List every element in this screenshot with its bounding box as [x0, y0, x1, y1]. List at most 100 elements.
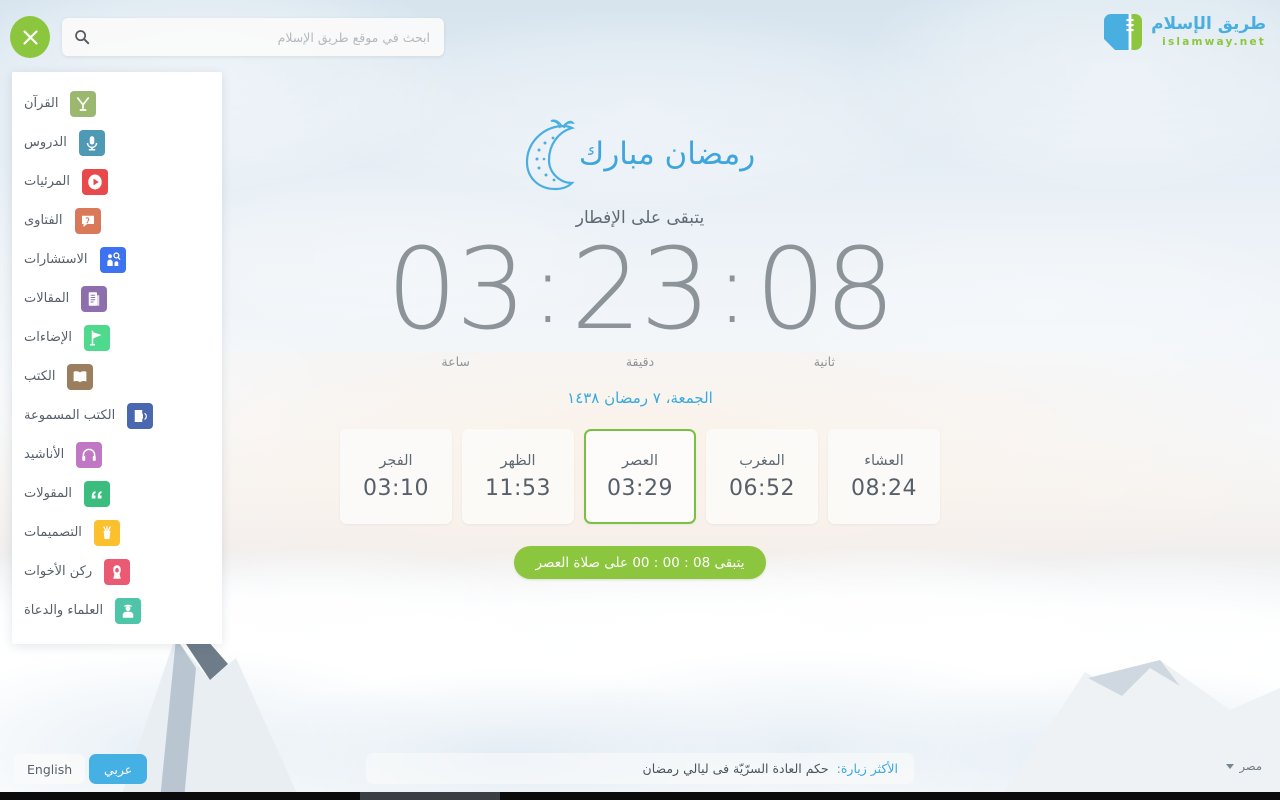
design-icon-tile [93, 519, 120, 546]
ticker-headline: حكم العادة السرّيّة فى ليالي رمضان [642, 761, 829, 776]
language-english-button[interactable]: English [14, 754, 86, 784]
countdown-seconds-label: ثانية [813, 354, 835, 369]
site-logo[interactable]: طريق الإسلام islamway.net [1100, 10, 1266, 54]
book-icon-tile [67, 363, 94, 390]
prayer-card-3[interactable]: الظهر 11:53 [462, 429, 574, 524]
search-bar[interactable] [62, 18, 444, 56]
logo-text: طريق الإسلام islamway.net [1151, 16, 1266, 48]
prayer-time: 03:29 [607, 475, 673, 501]
microphone-icon-tile [78, 129, 105, 156]
sidebar-item-label: المقالات [24, 291, 70, 306]
sister-icon [113, 564, 121, 579]
main-menu-sidebar[interactable]: القرآن الدروس المرئيات الفتاوى الاستشارات الم… [12, 72, 222, 644]
most-visited-ticker[interactable]: الأكثر زيارة: حكم العادة السرّيّة فى ليا… [366, 753, 914, 784]
play-circle-icon [88, 174, 102, 189]
design-icon [103, 525, 111, 539]
prayer-name: الفجر [379, 452, 413, 469]
sidebar-item-label: الفتاوى [24, 213, 63, 228]
countdown-seconds: 08 ثانية [750, 234, 898, 369]
prayer-card-4[interactable]: الفجر 03:10 [340, 429, 452, 524]
sidebar-item-label: القرآن [24, 96, 59, 111]
close-button[interactable] [10, 16, 50, 58]
flag-icon-tile [84, 324, 110, 351]
sidebar-item-label: الكتب المسموعة [24, 408, 116, 423]
prayer-name: الظهر [500, 452, 536, 469]
country-label: مصر [1239, 759, 1262, 773]
prayer-time: 08:24 [851, 475, 917, 501]
logo-latin-text: islamway.net [1162, 36, 1266, 49]
play-circle-icon-tile [82, 168, 109, 195]
sidebar-item-11[interactable]: التصميمات [12, 513, 222, 552]
sidebar-item-3[interactable]: الفتاوى [12, 201, 222, 240]
countdown-separator: : [531, 233, 564, 345]
sidebar-item-0[interactable]: القرآن [12, 84, 222, 123]
next-prayer-button[interactable]: يتبقى 08 : 00 : 00 على صلاة العصر [513, 546, 767, 579]
sidebar-item-label: المرئيات [24, 174, 71, 189]
sidebar-item-5[interactable]: المقالات [12, 279, 222, 318]
language-arabic-button[interactable]: عربي [89, 754, 148, 784]
speech-bubble-icon [81, 215, 94, 227]
sidebar-item-6[interactable]: الإضاءات [12, 318, 222, 357]
consult-icon-tile [99, 246, 126, 273]
sidebar-item-2[interactable]: المرئيات [12, 162, 222, 201]
headphones-icon-tile [76, 441, 103, 468]
prayer-card-2[interactable]: العصر 03:29 [584, 429, 696, 524]
consult-icon [106, 251, 120, 266]
sidebar-item-4[interactable]: الاستشارات [12, 240, 222, 279]
countdown-minutes: 23 دقيقة [566, 234, 714, 369]
search-input[interactable] [62, 18, 444, 56]
quran-icon-tile [70, 90, 97, 117]
sidebar-item-8[interactable]: الكتب المسموعة [12, 396, 222, 435]
countdown-minutes-value: 23 [570, 225, 712, 355]
prayer-card-1[interactable]: المغرب 06:52 [706, 429, 818, 524]
countdown-seconds-value: 08 [755, 225, 896, 355]
sidebar-item-label: الكتب [24, 369, 56, 384]
ramadan-greeting-text: رمضان مبارك [579, 136, 755, 172]
sidebar-item-label: الدروس [24, 135, 67, 150]
sidebar-item-13[interactable]: العلماء والدعاة [12, 591, 222, 630]
quran-icon [77, 96, 90, 111]
logo-mark-icon [1104, 14, 1143, 50]
book-icon [74, 370, 87, 382]
sidebar-item-label: ركن الأخوات [24, 564, 93, 579]
countdown-hours-label: ساعة [441, 354, 470, 369]
sidebar-item-9[interactable]: الأناشيد [12, 435, 222, 474]
prayer-time: 06:52 [729, 475, 795, 501]
countdown-hours: 03 ساعة [382, 234, 530, 369]
speech-bubble-icon-tile [74, 207, 101, 234]
sidebar-item-label: الأناشيد [24, 447, 65, 462]
sidebar-item-12[interactable]: ركن الأخوات [12, 552, 222, 591]
prayer-name: المغرب [739, 452, 785, 469]
scholar-icon [122, 604, 134, 618]
prayer-name: العصر [621, 452, 659, 469]
sidebar-item-label: الاستشارات [24, 252, 88, 267]
ramadan-mubarak-logo: رمضان مبارك [525, 119, 755, 191]
sidebar-item-10[interactable]: المقولات [12, 474, 222, 513]
language-switcher[interactable]: English عربي [14, 754, 148, 784]
country-selector[interactable]: مصر [1225, 759, 1262, 773]
prayer-name: العشاء [864, 452, 904, 469]
prayer-time: 03:10 [363, 475, 429, 501]
ticker-label: الأكثر زيارة: [836, 761, 898, 776]
footer-bar: English عربي الأكثر زيارة: حكم العادة ال… [0, 752, 1280, 792]
countdown-separator: : [716, 233, 749, 345]
chevron-down-icon [1225, 763, 1234, 769]
sidebar-item-7[interactable]: الكتب [12, 357, 222, 396]
close-icon [22, 29, 38, 45]
quote-icon-tile [84, 480, 111, 507]
prayer-card-0[interactable]: العشاء 08:24 [828, 429, 940, 524]
sidebar-item-label: الإضاءات [24, 330, 72, 345]
countdown-hours-value: 03 [386, 225, 527, 355]
sidebar-item-label: المقولات [24, 486, 73, 501]
page-root: طريق الإسلام islamway.net القرآنالدروسال… [0, 0, 1280, 800]
article-icon-tile [81, 285, 108, 312]
article-icon [89, 291, 100, 306]
crescent-moon-icon [525, 119, 576, 191]
sidebar-item-1[interactable]: الدروس [12, 123, 222, 162]
flag-icon [89, 330, 102, 345]
header-bar: طريق الإسلام islamway.net [0, 0, 1280, 72]
sister-icon-tile [104, 558, 131, 585]
search-icon [75, 30, 90, 45]
bottom-edge-strip [0, 792, 1280, 800]
headphones-icon [82, 448, 96, 461]
